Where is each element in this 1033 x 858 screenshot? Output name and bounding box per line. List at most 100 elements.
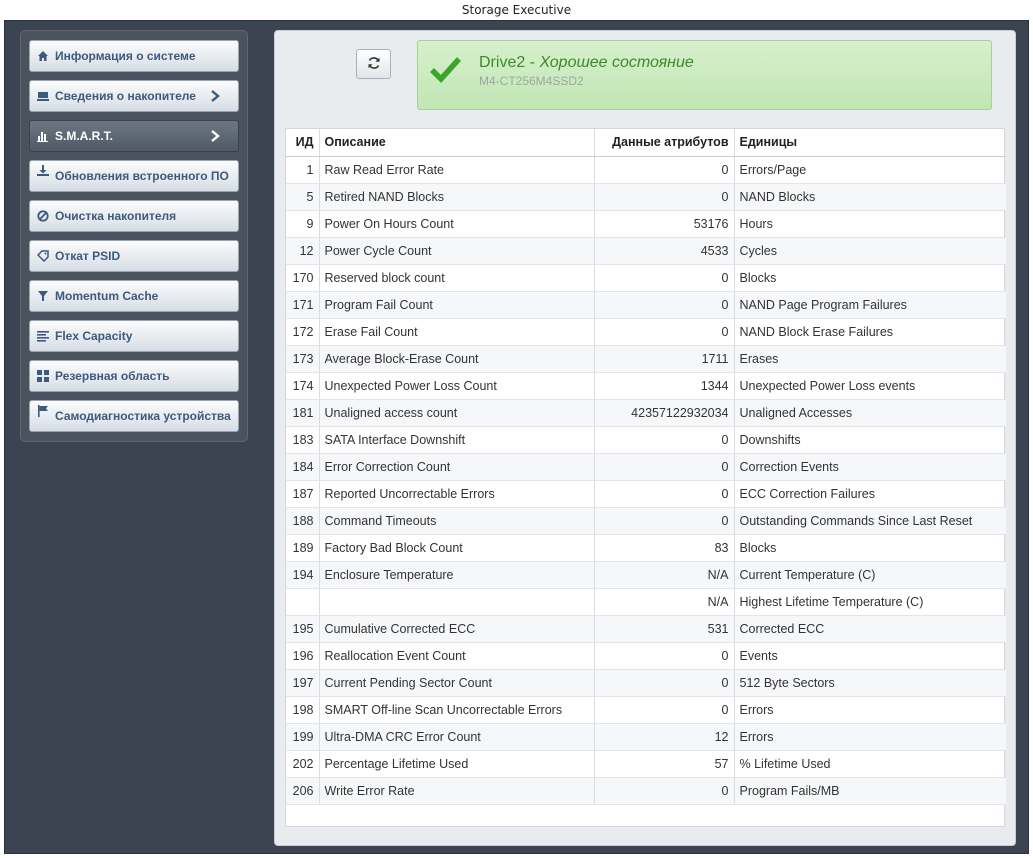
table-row[interactable]: 1 Raw Read Error Rate 0 Errors/Page [286,156,1006,184]
drive-name: Drive2 [479,54,526,71]
table-row[interactable]: 9 Power On Hours Count 53176 Hours [286,210,1006,238]
table-row[interactable]: 188 Command Timeouts 0 Outstanding Commands… [286,507,1006,535]
checkmark-icon [430,55,462,85]
cell-value: 0 [594,453,735,481]
column-header-description[interactable]: Описание [319,129,595,157]
cell-value: 0 [594,669,735,697]
sidebar-item-label: Momentum Cache [55,289,159,303]
sidebar-item-self-test[interactable]: Самодиагностика устройства [29,400,239,432]
sidebar-item-smart[interactable]: S.M.A.R.T. [29,120,239,152]
cell-id: 202 [286,750,320,778]
cell-description: Ultra-DMA CRC Error Count [319,723,595,751]
cell-id: 174 [286,372,320,400]
bar-chart-icon [37,130,49,142]
table-row[interactable]: 199 Ultra-DMA CRC Error Count 12 Errors [286,723,1006,751]
cell-units: Corrected ECC [734,615,1006,643]
sidebar-item-overprovisioning[interactable]: Резервная область [29,360,239,392]
cell-units: ECC Correction Failures [734,480,1006,508]
drive-icon [37,90,49,102]
table-row[interactable]: 183 SATA Interface Downshift 0 Downshifts [286,426,1006,454]
cell-description: Reallocation Event Count [319,642,595,670]
sidebar-item-firmware-update[interactable]: Обновления встроенного ПО [29,160,239,192]
table-row[interactable]: 187 Reported Uncorrectable Errors 0 ECC Cor… [286,480,1006,508]
cell-value: 0 [594,156,735,184]
table-row[interactable]: 189 Factory Bad Block Count 83 Blocks [286,534,1006,562]
drive-health-state: Хорошее состояние [539,54,694,71]
sidebar-item-system-info[interactable]: Информация о системе [29,40,239,72]
table-row[interactable]: 184 Error Correction Count 0 Correction Eve… [286,453,1006,481]
column-header-units[interactable]: Единицы [734,129,1006,157]
table-row[interactable]: N/A Highest Lifetime Temperature (C) [286,588,1006,616]
cell-value: 0 [594,426,735,454]
cell-units: Correction Events [734,453,1006,481]
grid-icon [37,370,49,382]
cell-description: Power On Hours Count [319,210,595,238]
sidebar-item-label: Самодиагностика устройства [55,408,231,423]
cell-value: 531 [594,615,735,643]
drive-status-title: Drive2 - Хорошее состояние [479,54,694,72]
sidebar-item-psid-revert[interactable]: Откат PSID [29,240,239,272]
column-header-id[interactable]: ИД [286,129,320,157]
table-row[interactable]: 195 Cumulative Corrected ECC 531 Corrected … [286,615,1006,643]
cell-value: 0 [594,291,735,319]
cell-description: Cumulative Corrected ECC [319,615,595,643]
drive-status-box: Drive2 - Хорошее состояние M4-CT256M4SSD… [417,40,992,110]
cell-description: Reported Uncorrectable Errors [319,480,595,508]
cell-units: 512 Byte Sectors [734,669,1006,697]
table-row[interactable]: 206 Write Error Rate 0 Program Fails/MB [286,777,1006,805]
cell-id: 9 [286,210,320,238]
table-row[interactable]: 173 Average Block-Erase Count 1711 Erases [286,345,1006,373]
cell-description: Percentage Lifetime Used [319,750,595,778]
cell-id: 12 [286,237,320,265]
cell-description: SATA Interface Downshift [319,426,595,454]
table-row[interactable]: 181 Unaligned access count 42357122932034 U… [286,399,1006,427]
cell-units: NAND Blocks [734,183,1006,211]
cell-id: 187 [286,480,320,508]
home-icon [37,50,49,62]
cell-value: 1711 [594,345,735,373]
table-row[interactable]: 12 Power Cycle Count 4533 Cycles [286,237,1006,265]
table-row[interactable]: 202 Percentage Lifetime Used 57% Lifetime … [286,750,1006,778]
chevron-right-icon [210,90,220,102]
cell-description: Current Pending Sector Count [319,669,595,697]
cell-units: Program Fails/MB [734,777,1006,805]
table-row[interactable]: 172 Erase Fail Count 0 NAND Block Erase Fai… [286,318,1006,346]
cell-value: 0 [594,642,735,670]
column-header-value[interactable]: Данные атрибутов [594,129,735,157]
table-row[interactable]: 198 SMART Off-line Scan Uncorrectable Err… [286,696,1006,724]
cell-description: Error Correction Count [319,453,595,481]
cell-units: Errors [734,723,1006,751]
sidebar-item-momentum-cache[interactable]: Momentum Cache [29,280,239,312]
cell-units: Unexpected Power Loss events [734,372,1006,400]
cell-id: 172 [286,318,320,346]
cell-id: 173 [286,345,320,373]
download-icon [37,165,49,177]
chevron-right-icon [210,130,220,142]
table-row[interactable]: 171 Program Fail Count 0 NAND Page Program … [286,291,1006,319]
cell-value: 0 [594,480,735,508]
table-row[interactable]: 5 Retired NAND Blocks 0 NAND Blocks [286,183,1006,211]
cell-units: Errors [734,696,1006,724]
sidebar-item-drive-details[interactable]: Сведения о накопителе [29,80,239,112]
list-icon [37,330,49,342]
sidebar-item-flex-capacity[interactable]: Flex Capacity [29,320,239,352]
table-row[interactable]: 196 Reallocation Event Count 0 Events [286,642,1006,670]
cell-description: SMART Off-line Scan Uncorrectable Errors [319,696,595,724]
sidebar-item-label: Очистка накопителя [55,209,177,223]
flag-icon [37,405,49,417]
cell-value: 83 [594,534,735,562]
cell-description: Program Fail Count [319,291,595,319]
cell-id: 1 [286,156,320,184]
cell-id: 184 [286,453,320,481]
table-row[interactable]: 194 Enclosure Temperature N/A Current Tempe… [286,561,1006,589]
sidebar-item-sanitize[interactable]: Очистка накопителя [29,200,239,232]
cell-id: 189 [286,534,320,562]
refresh-button[interactable] [356,49,391,79]
cell-id: 188 [286,507,320,535]
cell-id: 183 [286,426,320,454]
table-row[interactable]: 170 Reserved block count 0 Blocks [286,264,1006,292]
cell-id: 171 [286,291,320,319]
window-title: Storage Executive [0,0,1033,20]
table-row[interactable]: 174 Unexpected Power Loss Count 1344 Unexpe… [286,372,1006,400]
table-row[interactable]: 197 Current Pending Sector Count 0 512 Byte… [286,669,1006,697]
